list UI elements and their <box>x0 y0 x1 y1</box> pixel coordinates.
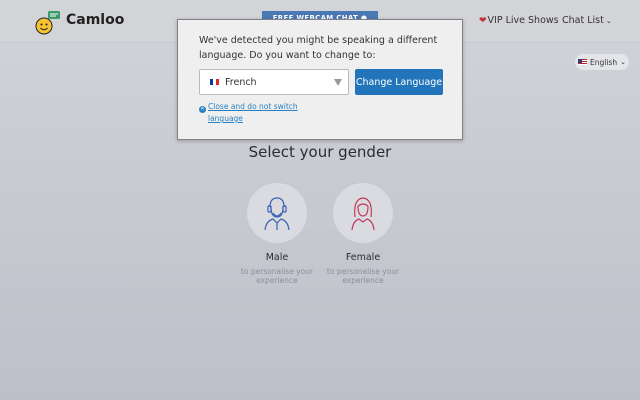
close-dialog-link[interactable]: ✕ Close and do not switch language <box>199 101 319 125</box>
heart-icon: ❤ <box>479 15 487 26</box>
dialog-message: We've detected you might be speaking a d… <box>199 35 438 61</box>
male-avatar-icon <box>264 197 290 231</box>
nav-chat-label: Chat List <box>562 15 604 26</box>
nav-vip-live-shows[interactable]: ❤ VIP Live Shows <box>479 15 559 26</box>
page-title: Select your gender <box>248 143 392 161</box>
language-dropdown[interactable]: French <box>199 69 349 95</box>
close-icon[interactable]: ✕ <box>199 106 206 113</box>
fr-flag-icon <box>210 79 219 85</box>
gender-subtext-male: to personalise your experience <box>240 267 314 285</box>
gender-option-female[interactable]: Female to personalise your experience <box>313 183 413 285</box>
chevron-down-icon: ⌄ <box>620 58 626 66</box>
close-dialog-text[interactable]: Close and do not switch language <box>208 101 304 125</box>
language-selector-label: English <box>590 57 618 67</box>
gender-option-male[interactable]: Male to personalise your experience <box>227 183 327 285</box>
language-selector[interactable]: English ⌄ <box>575 54 629 70</box>
change-language-button[interactable]: Change Language <box>355 69 443 95</box>
language-switch-dialog: We've detected you might be speaking a d… <box>177 19 463 140</box>
nav-vip-label: VIP Live Shows <box>487 15 559 26</box>
chevron-down-icon: ⌄ <box>605 16 612 25</box>
female-avatar[interactable] <box>333 183 393 243</box>
gender-subtext-female: to personalise your experience <box>326 267 400 285</box>
nav-chat-list[interactable]: Chat List ⌄ <box>562 15 612 26</box>
female-avatar-icon <box>351 197 375 231</box>
language-dropdown-value: French <box>225 76 257 88</box>
chat-emoji-logo-icon[interactable] <box>35 10 61 36</box>
brand-name[interactable]: Camloo <box>66 12 124 28</box>
us-flag-icon <box>578 59 588 65</box>
dropdown-caret-icon <box>334 79 342 86</box>
gender-label-female: Female <box>345 252 381 263</box>
gender-label-male: Male <box>265 252 289 263</box>
male-avatar[interactable] <box>247 183 307 243</box>
